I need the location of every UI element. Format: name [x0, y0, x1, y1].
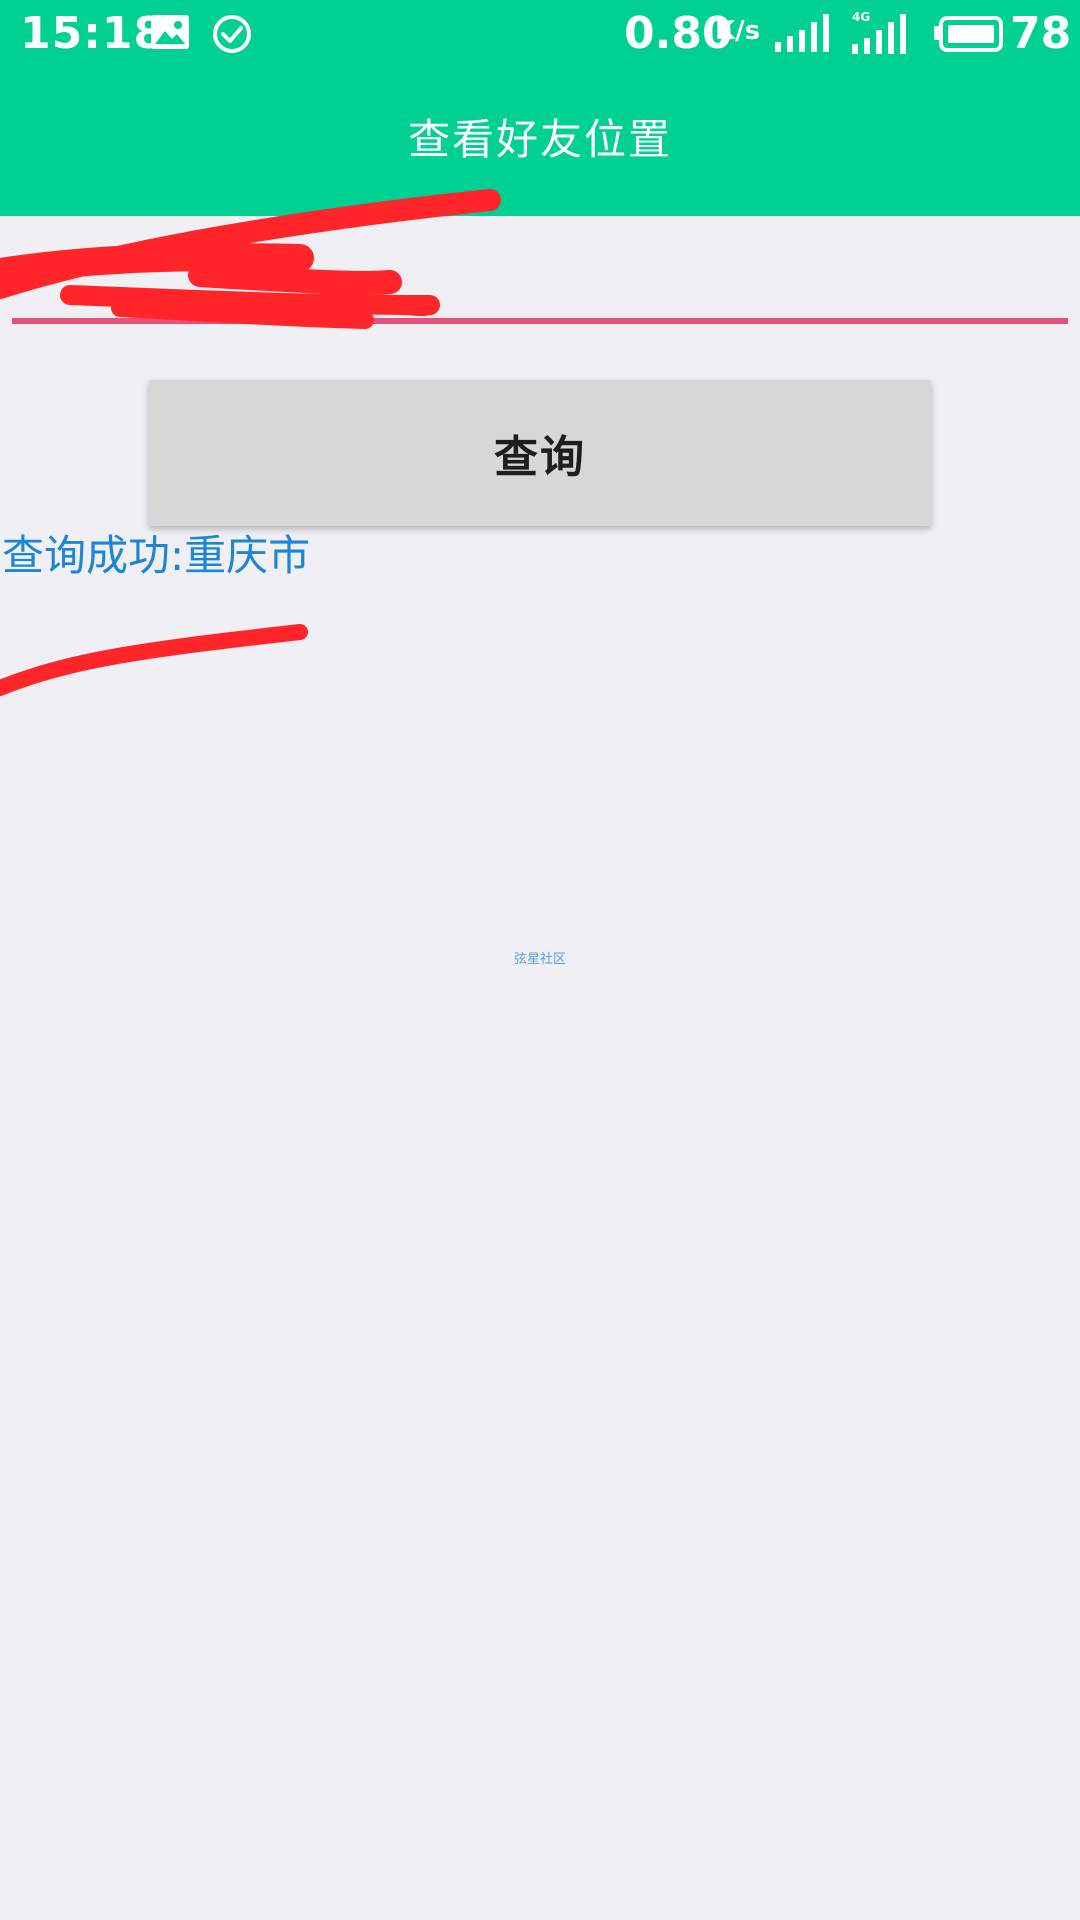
page-title: 查看好友位置	[407, 115, 672, 164]
speed-unit: K/s	[715, 16, 761, 46]
gallery-icon	[150, 14, 190, 54]
query-button[interactable]: 查询	[149, 380, 931, 526]
signal-4g-icon: 4G	[852, 10, 908, 58]
friend-id-input[interactable]	[12, 190, 1068, 324]
watermark: 弦星社区	[513, 952, 566, 967]
signal-icon	[775, 12, 831, 56]
battery-icon	[932, 16, 1004, 56]
battery-level: 78	[1010, 8, 1072, 59]
query-result-text: 查询成功:重庆市	[2, 531, 311, 580]
check-circle-icon	[212, 14, 252, 58]
svg-text:4G: 4G	[852, 10, 870, 24]
status-bar: 15:18 0.80 K/s 4G 78	[0, 0, 1080, 70]
app-header: 15:18 0.80 K/s 4G 78 查看好友位置	[0, 0, 1080, 216]
status-time: 15:18	[20, 8, 166, 59]
